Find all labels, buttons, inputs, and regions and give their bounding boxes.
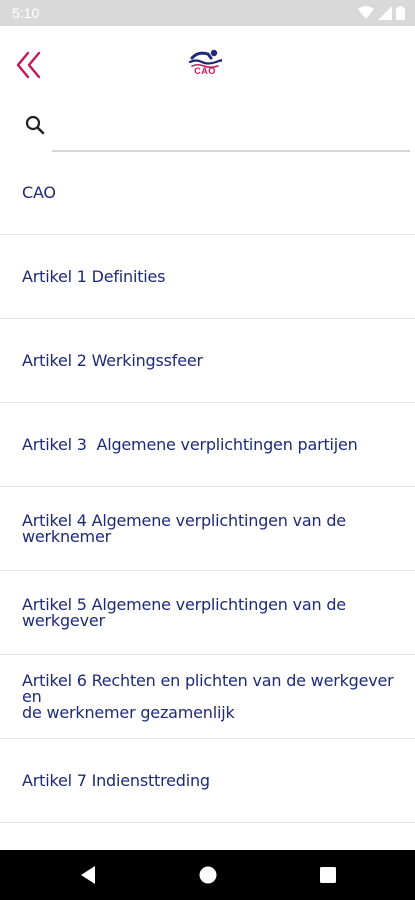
status-icons [358, 6, 405, 20]
search-row [0, 106, 415, 152]
search-input[interactable] [52, 110, 410, 152]
back-button[interactable] [12, 48, 46, 82]
list-item-label: Artikel 2 Werkingssfeer [22, 350, 203, 370]
swimmer-logo-icon [188, 49, 222, 68]
double-chevron-left-icon [16, 51, 41, 79]
nav-recents-icon [320, 867, 336, 883]
list-item-label: CAO [22, 183, 56, 202]
app-logo: CAO [186, 48, 224, 84]
nav-back-button[interactable] [76, 863, 100, 887]
list-item-next[interactable] [0, 823, 415, 850]
app-screen: 5:10 CAO CAO Artikel 1 Definities Artike… [0, 0, 415, 900]
list-item-cao[interactable]: CAO [0, 152, 415, 235]
list-item-artikel-6[interactable]: Artikel 6 Rechten en plichten van de wer… [0, 655, 415, 739]
article-list: CAO Artikel 1 Definities Artikel 2 Werki… [0, 152, 415, 850]
search-icon [25, 115, 45, 135]
nav-home-icon [199, 866, 217, 884]
list-item-label: Artikel 3 Algemene verplichtingen partij… [22, 434, 358, 454]
signal-icon [378, 6, 392, 20]
battery-icon [396, 6, 405, 20]
list-item-artikel-7[interactable]: Artikel 7 Indiensttreding [0, 739, 415, 823]
logo-text: CAO [194, 66, 216, 76]
nav-home-button[interactable] [196, 863, 220, 887]
list-item-artikel-5[interactable]: Artikel 5 Algemene verplichtingen van de… [0, 571, 415, 655]
status-time: 5:10 [12, 5, 40, 21]
list-item-artikel-1[interactable]: Artikel 1 Definities [0, 235, 415, 319]
status-bar: 5:10 [0, 0, 415, 26]
list-item-label: Artikel 1 Definities [22, 266, 166, 286]
list-item-label: Artikel 5 Algemene verplichtingen van de… [22, 594, 346, 630]
system-nav-bar [0, 850, 415, 900]
nav-recents-button[interactable] [316, 863, 340, 887]
list-item-artikel-3[interactable]: Artikel 3 Algemene verplichtingen partij… [0, 403, 415, 487]
wifi-icon [358, 6, 374, 19]
nav-back-icon [81, 866, 95, 884]
list-item-label: Artikel 6 Rechten en plichten van de wer… [22, 670, 394, 722]
list-item-artikel-2[interactable]: Artikel 2 Werkingssfeer [0, 319, 415, 403]
list-item-label: Artikel 7 Indiensttreding [22, 770, 210, 790]
list-item-label: Artikel 4 Algemene verplichtingen van de… [22, 510, 346, 546]
list-item-artikel-4[interactable]: Artikel 4 Algemene verplichtingen van de… [0, 487, 415, 571]
app-header: CAO [0, 26, 415, 106]
